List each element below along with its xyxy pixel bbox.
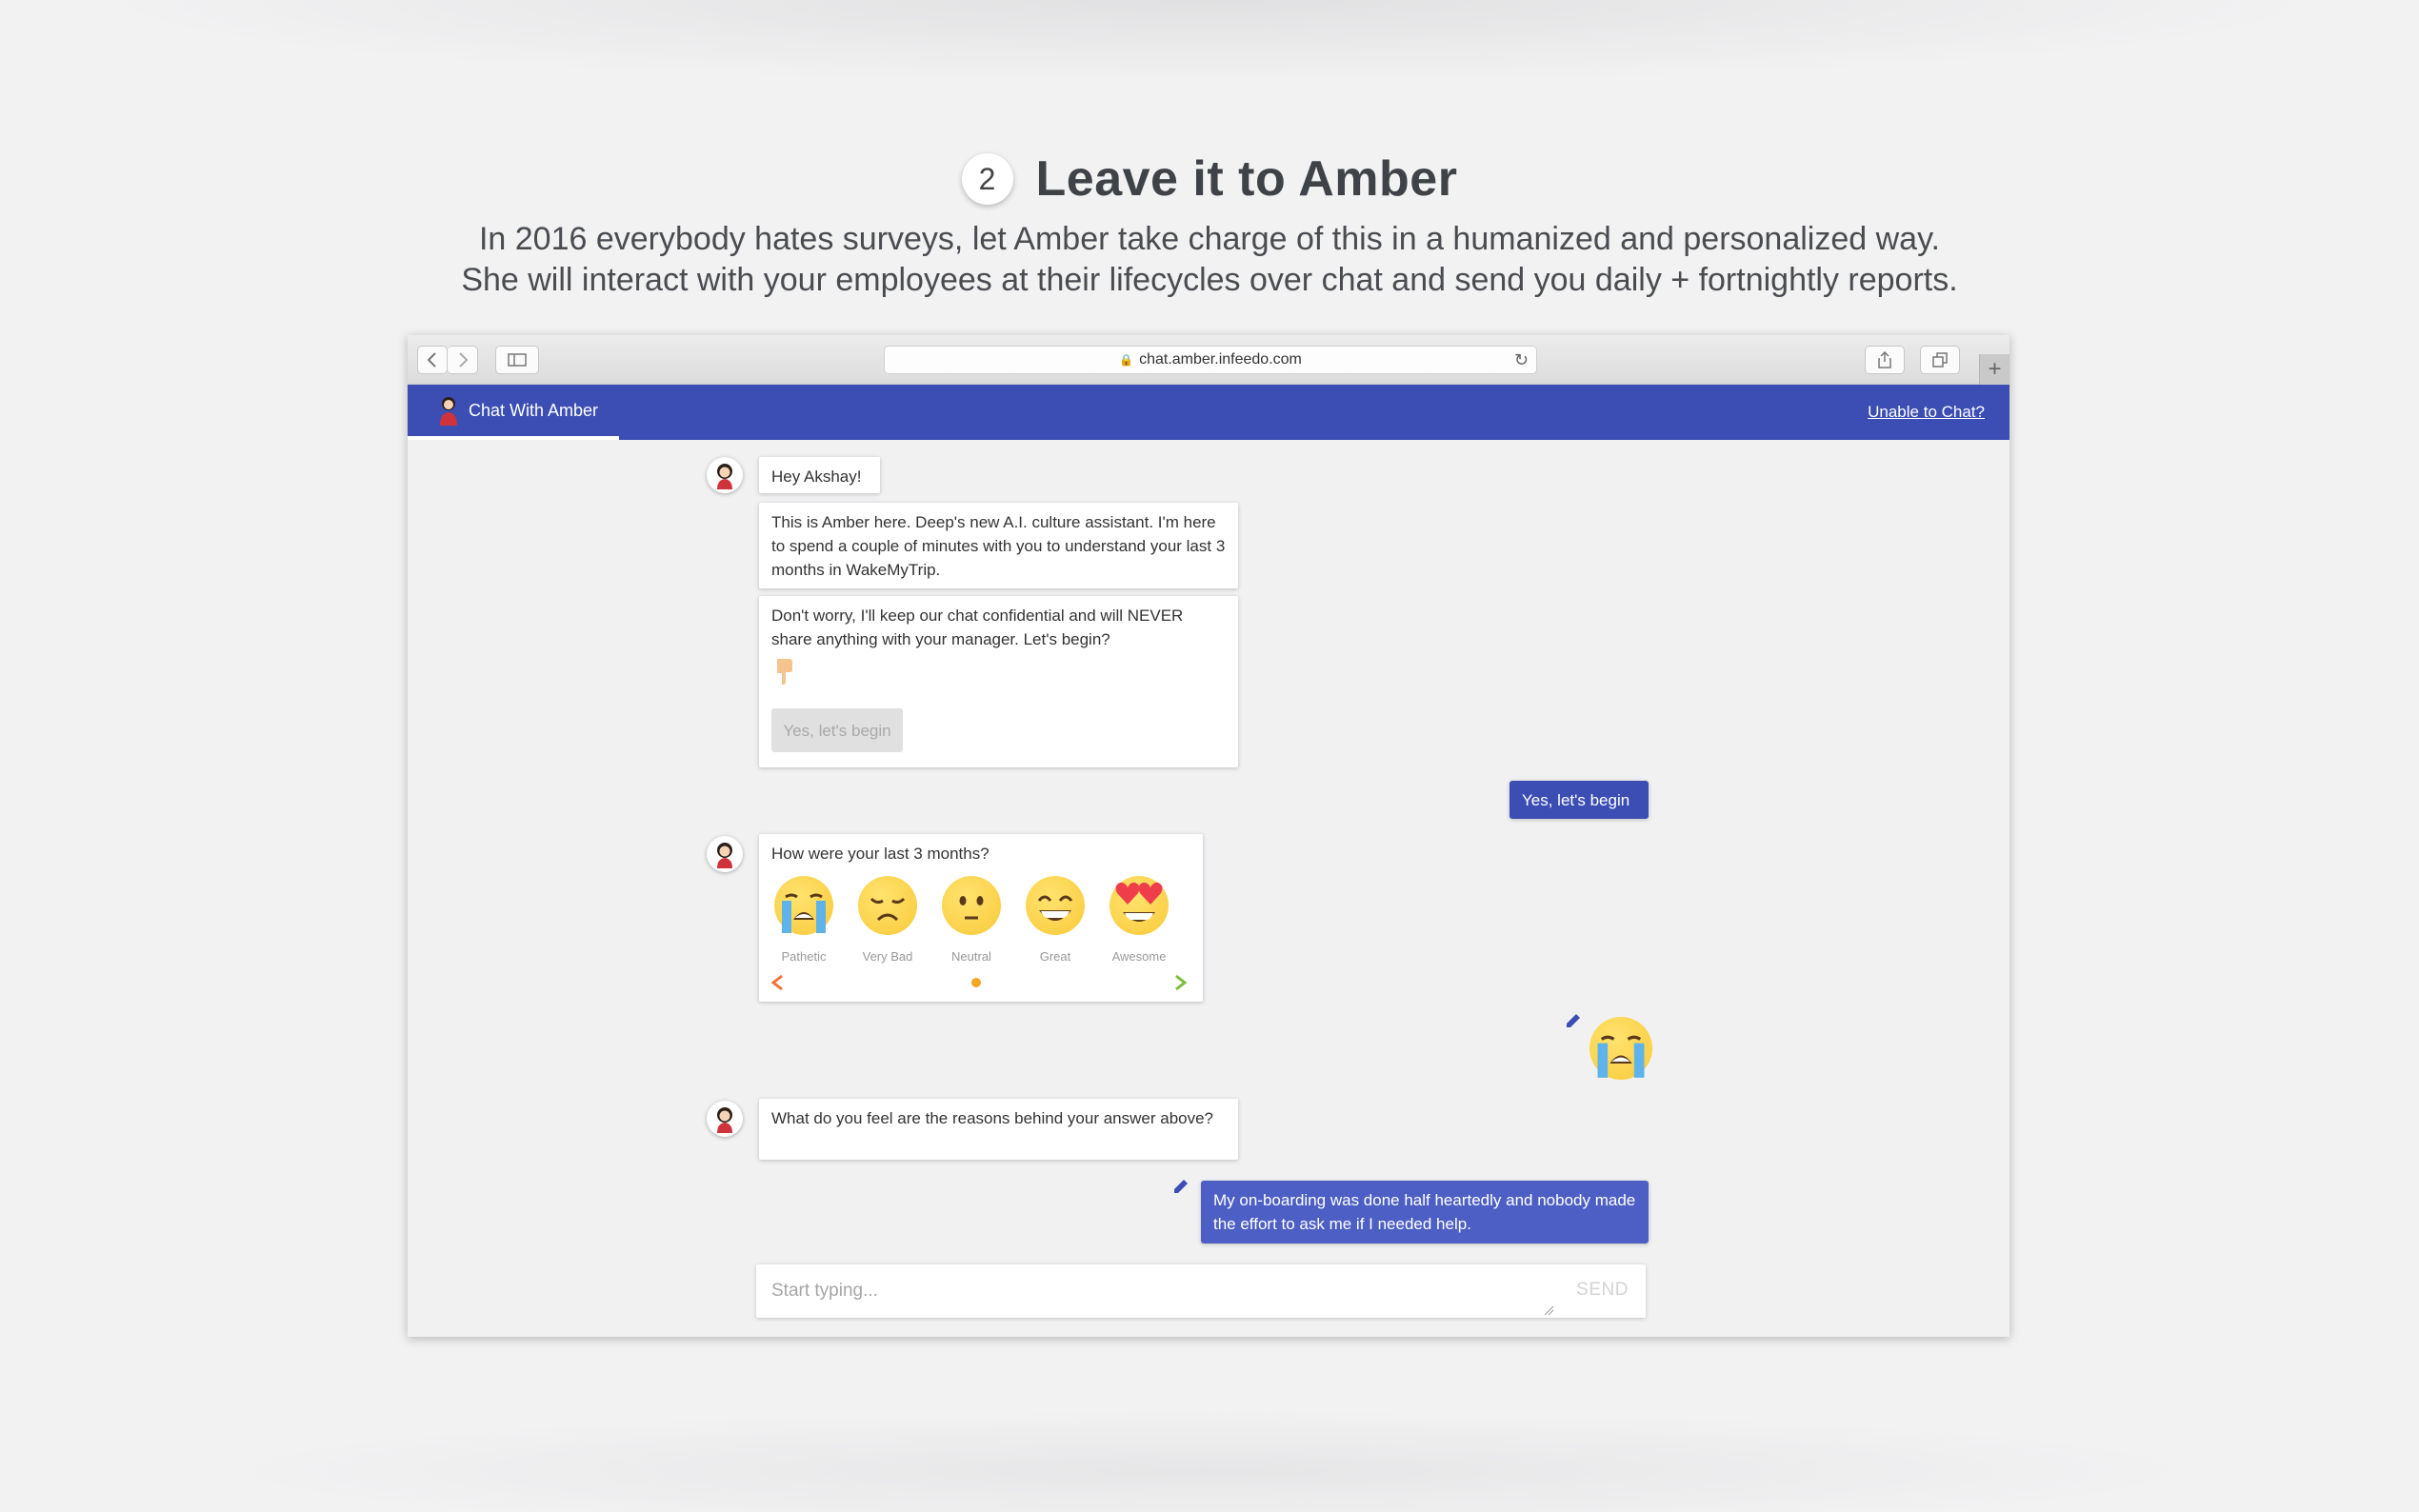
page-title: Leave it to Amber xyxy=(1035,151,1458,207)
sad-face-icon xyxy=(858,876,917,935)
lock-icon: 🔒 xyxy=(1119,353,1134,367)
emoji-label: Pathetic xyxy=(781,949,827,964)
forward-button[interactable] xyxy=(448,346,478,374)
amber-avatar xyxy=(707,836,743,872)
edit-answer-icon[interactable] xyxy=(1171,1177,1190,1202)
neutral-face-icon xyxy=(942,876,1001,935)
share-icon xyxy=(1878,351,1891,368)
page-subtitle: In 2016 everybody hates surveys, let Amb… xyxy=(0,219,2419,301)
emoji-option-awesome[interactable]: Awesome xyxy=(1110,876,1169,968)
bottom-shadow xyxy=(190,1409,2229,1512)
heart-eyes-face-icon xyxy=(1110,876,1169,935)
app-navbar: Chat With Amber Unable to Chat? xyxy=(408,385,2009,440)
crying-face-icon xyxy=(1589,1017,1652,1080)
tab-label: Chat With Amber xyxy=(469,400,599,420)
reload-icon[interactable]: ↻ xyxy=(1514,350,1529,370)
chat-input[interactable] xyxy=(756,1264,1556,1318)
tab-chat-with-amber[interactable]: Chat With Amber xyxy=(408,385,619,440)
emoji-rating-row: Pathetic Very Bad Neutral Great Awesome xyxy=(774,876,1169,968)
tabs-icon xyxy=(1932,352,1948,368)
step-badge: 2 xyxy=(961,153,1013,205)
message-question-1: How were your last 3 months? Pathetic Ve… xyxy=(759,834,1203,1002)
amber-avatar xyxy=(707,1101,743,1137)
new-tab-button[interactable]: + xyxy=(1979,354,2009,385)
emoji-option-great[interactable]: Great xyxy=(1026,876,1085,968)
url-text: chat.amber.infeedo.com xyxy=(1139,351,1302,368)
chevron-left-icon xyxy=(427,352,436,368)
emoji-option-very-bad[interactable]: Very Bad xyxy=(858,876,917,968)
grin-face-icon xyxy=(1026,876,1085,935)
message-greeting: Hey Akshay! xyxy=(759,457,880,493)
browser-toolbar: 🔒 chat.amber.infeedo.com ↻ + xyxy=(408,335,2009,385)
emoji-label: Great xyxy=(1039,949,1071,964)
chat-area: Hey Akshay! This is Amber here. Deep's n… xyxy=(408,440,2009,1337)
user-reply-1: Yes, let's begin xyxy=(1509,781,1649,819)
chevron-right-icon xyxy=(458,352,468,368)
rating-scale-arrow xyxy=(770,974,1188,991)
subtitle-line-1: In 2016 everybody hates surveys, let Amb… xyxy=(478,221,1941,257)
message-confidential: Don't worry, I'll keep our chat confiden… xyxy=(759,596,1238,767)
emoji-label: Very Bad xyxy=(862,949,913,964)
emoji-label: Awesome xyxy=(1111,949,1167,964)
emoji-option-neutral[interactable]: Neutral xyxy=(942,876,1001,968)
amber-face-icon xyxy=(717,464,732,489)
emoji-label: Neutral xyxy=(951,949,991,964)
amber-face-icon xyxy=(717,843,732,868)
sidebar-button[interactable] xyxy=(495,346,539,374)
section-heading: 2 Leave it to Amber xyxy=(0,145,2419,213)
unable-to-chat-link[interactable]: Unable to Chat? xyxy=(1868,403,1985,422)
yes-lets-begin-option[interactable]: Yes, let's begin xyxy=(771,708,903,752)
selected-emoji-reply xyxy=(1589,1017,1652,1080)
send-button[interactable]: SEND xyxy=(1576,1280,1629,1301)
amber-avatar-icon xyxy=(440,397,457,426)
back-button[interactable] xyxy=(417,346,448,374)
resize-handle-icon[interactable] xyxy=(1543,1304,1554,1316)
url-bar[interactable]: 🔒 chat.amber.infeedo.com ↻ xyxy=(884,346,1537,374)
crying-face-icon xyxy=(774,876,833,935)
amber-face-icon xyxy=(717,1107,732,1133)
question-1-text: How were your last 3 months? xyxy=(771,845,990,863)
message-intro: This is Amber here. Deep's new A.I. cult… xyxy=(759,503,1238,588)
plus-icon: + xyxy=(1988,356,2002,382)
tabs-button[interactable] xyxy=(1920,346,1960,374)
emoji-option-pathetic[interactable]: Pathetic xyxy=(774,876,833,968)
message-question-2: What do you feel are the reasons behind … xyxy=(759,1099,1238,1160)
user-reply-2: My on-boarding was done half heartedly a… xyxy=(1201,1181,1649,1243)
chat-input-bar: SEND xyxy=(756,1264,1646,1318)
subtitle-line-2: She will interact with your employees at… xyxy=(461,262,1958,298)
amber-avatar xyxy=(707,457,743,493)
confidential-text: Don't worry, I'll keep our chat confiden… xyxy=(771,607,1184,648)
thumbs-down-icon xyxy=(774,657,795,690)
browser-window: 🔒 chat.amber.infeedo.com ↻ + Chat With A… xyxy=(408,335,2009,1337)
sidebar-icon xyxy=(508,353,527,367)
edit-answer-icon[interactable] xyxy=(1564,1011,1583,1036)
share-button[interactable] xyxy=(1865,346,1905,374)
top-shadow xyxy=(76,0,2343,86)
